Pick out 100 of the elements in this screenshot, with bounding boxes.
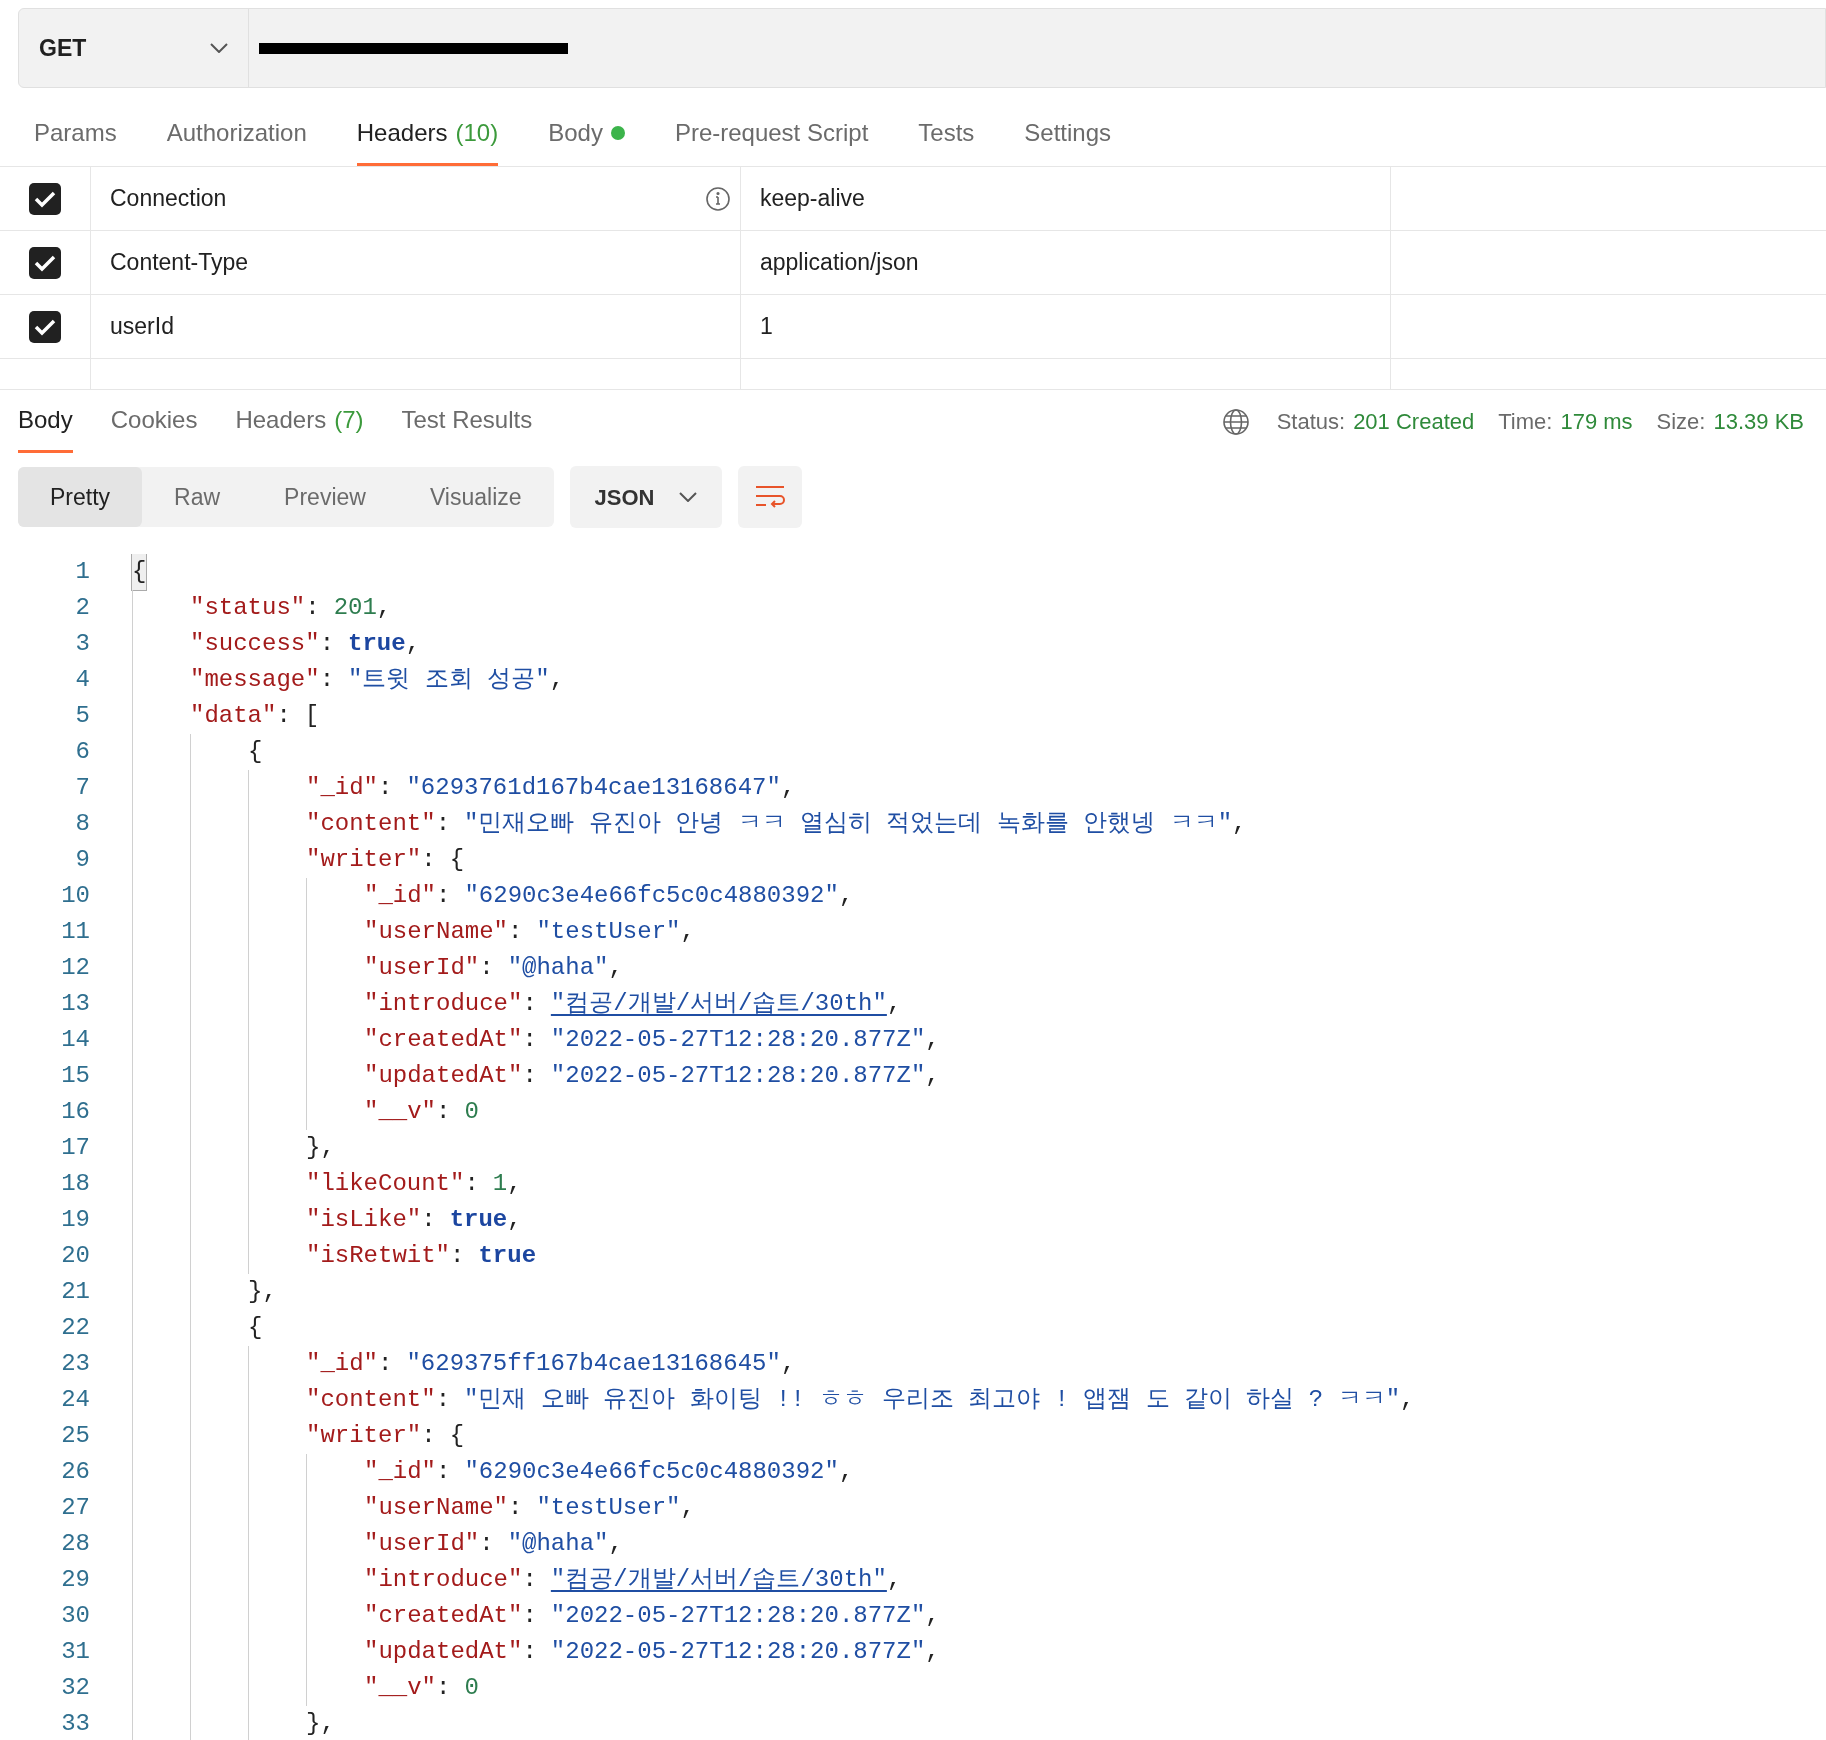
line-number: 7: [74, 773, 90, 803]
json-punctuation: {: [248, 1313, 263, 1343]
line-number: 26: [60, 1457, 90, 1487]
json-punctuation: {: [449, 1421, 465, 1451]
json-string: "2022-05-27T12:28:20.877Z": [550, 1637, 926, 1667]
json-key: "userId": [364, 1526, 480, 1562]
json-punctuation: ,: [1232, 809, 1247, 839]
stat-label: Time:: [1498, 408, 1553, 436]
json-string: "@haha": [507, 953, 609, 983]
line-number: 17: [60, 1133, 90, 1163]
json-punctuation: :: [522, 1025, 537, 1055]
check-icon: [34, 317, 56, 336]
json-punctuation: ,: [608, 1529, 623, 1559]
line-number: 13: [60, 989, 90, 1019]
checkbox[interactable]: [29, 182, 61, 215]
header-key: Content-Type: [110, 245, 249, 280]
tab[interactable]: Body: [548, 115, 625, 166]
method-dropdown[interactable]: GET: [19, 9, 249, 87]
json-key: "message": [190, 662, 320, 698]
json-punctuation: :: [305, 593, 320, 623]
json-string: "@haha": [507, 1529, 609, 1559]
line-number: 27: [60, 1493, 90, 1523]
json-link[interactable]: "컴공/개발/서버/솝트/30th": [550, 1562, 887, 1598]
tab[interactable]: Test Results: [401, 390, 533, 453]
json-string: "민재 오빠 유진아 화이팅 !! ㅎㅎ 우리조 최고야 ! 앱잼 도 같이 하실 ? ㅋㅋ": [464, 1385, 1401, 1415]
json-punctuation: :: [421, 1205, 436, 1235]
tab[interactable]: Cookies: [110, 390, 198, 453]
header-value: keep-alive: [760, 184, 865, 214]
json-key: "__v": [364, 1670, 436, 1706]
json-punctuation: :: [522, 1637, 537, 1667]
tab[interactable]: Headers (10): [356, 115, 499, 166]
json-key: "userName": [364, 914, 509, 950]
json-punctuation: {: [449, 845, 465, 875]
line-number: 23: [60, 1349, 90, 1379]
json-key: "introduce": [364, 986, 523, 1022]
globe-icon[interactable]: [1220, 406, 1251, 437]
json-punctuation: :: [436, 1673, 451, 1703]
json-string: "6290c3e4e66fc5c0c4880392": [464, 881, 839, 911]
view-mode-tab[interactable]: Raw: [142, 467, 253, 527]
json-punctuation: ,: [507, 1169, 522, 1199]
json-key: "updatedAt": [364, 1058, 523, 1094]
stat-label: Status:: [1276, 408, 1346, 436]
tab[interactable]: Authorization: [166, 115, 307, 166]
json-punctuation: :: [319, 629, 335, 659]
json-key: "content": [306, 1382, 436, 1418]
header-value: application/json: [760, 248, 919, 278]
caret-icon: [210, 43, 228, 53]
json-punctuation: :: [276, 701, 291, 731]
json-punctuation: :: [522, 1565, 537, 1595]
json-number: 0: [464, 1673, 479, 1703]
line-number: 28: [60, 1529, 90, 1559]
info-icon[interactable]: [705, 185, 731, 212]
tab[interactable]: Headers (7): [235, 390, 364, 453]
matched-bracket: {: [132, 554, 147, 590]
json-key: "content": [306, 806, 436, 842]
line-number: 10: [60, 881, 90, 911]
json-punctuation: ,: [886, 989, 902, 1019]
json-key: "isRetwit": [306, 1238, 451, 1274]
json-punctuation: :: [508, 1493, 523, 1523]
json-punctuation: ,: [838, 881, 854, 911]
json-key: "userId": [364, 950, 480, 986]
line-number: 11: [60, 917, 90, 947]
json-punctuation: ,: [549, 665, 565, 695]
line-number: 2: [74, 593, 90, 623]
json-string: "트윗 조회 성공": [348, 665, 550, 695]
header-key: Connection: [110, 181, 227, 216]
tab[interactable]: Params: [34, 115, 117, 166]
line-number: 18: [60, 1169, 90, 1199]
json-punctuation: :: [421, 845, 436, 875]
stat-value: 179 ms: [1560, 408, 1633, 436]
json-number: 201: [333, 593, 377, 623]
checkbox[interactable]: [29, 310, 61, 343]
format-dropdown[interactable]: JSON: [569, 466, 722, 528]
view-mode-tab[interactable]: Pretty: [18, 467, 143, 527]
json-punctuation: ,: [838, 1457, 854, 1487]
tab[interactable]: Body: [18, 390, 73, 453]
wrap-lines-button[interactable]: [737, 466, 802, 528]
line-number: 20: [60, 1241, 90, 1271]
checkbox[interactable]: [29, 246, 61, 279]
line-number: 15: [60, 1061, 90, 1091]
json-key: "likeCount": [306, 1166, 465, 1202]
json-link[interactable]: "컴공/개발/서버/솝트/30th": [550, 986, 887, 1022]
tab[interactable]: Tests: [918, 115, 975, 166]
json-punctuation: ,: [780, 1349, 796, 1379]
view-mode-tab[interactable]: Visualize: [397, 467, 554, 527]
stat-label: Size:: [1656, 408, 1706, 436]
json-punctuation: ,: [376, 593, 392, 623]
json-key: "data": [190, 698, 277, 734]
line-number: 22: [60, 1313, 90, 1343]
json-punctuation: ,: [405, 629, 421, 659]
json-punctuation: :: [421, 1421, 436, 1451]
tab[interactable]: Pre-request Script: [674, 115, 869, 166]
json-punctuation: :: [436, 881, 451, 911]
json-punctuation: ,: [608, 953, 623, 983]
line-number: 6: [74, 737, 90, 767]
tab[interactable]: Settings: [1024, 115, 1112, 166]
line-number: 4: [74, 665, 90, 695]
view-mode-tab[interactable]: Preview: [252, 467, 398, 527]
check-icon: [34, 189, 56, 208]
header-key: userId: [110, 309, 174, 344]
